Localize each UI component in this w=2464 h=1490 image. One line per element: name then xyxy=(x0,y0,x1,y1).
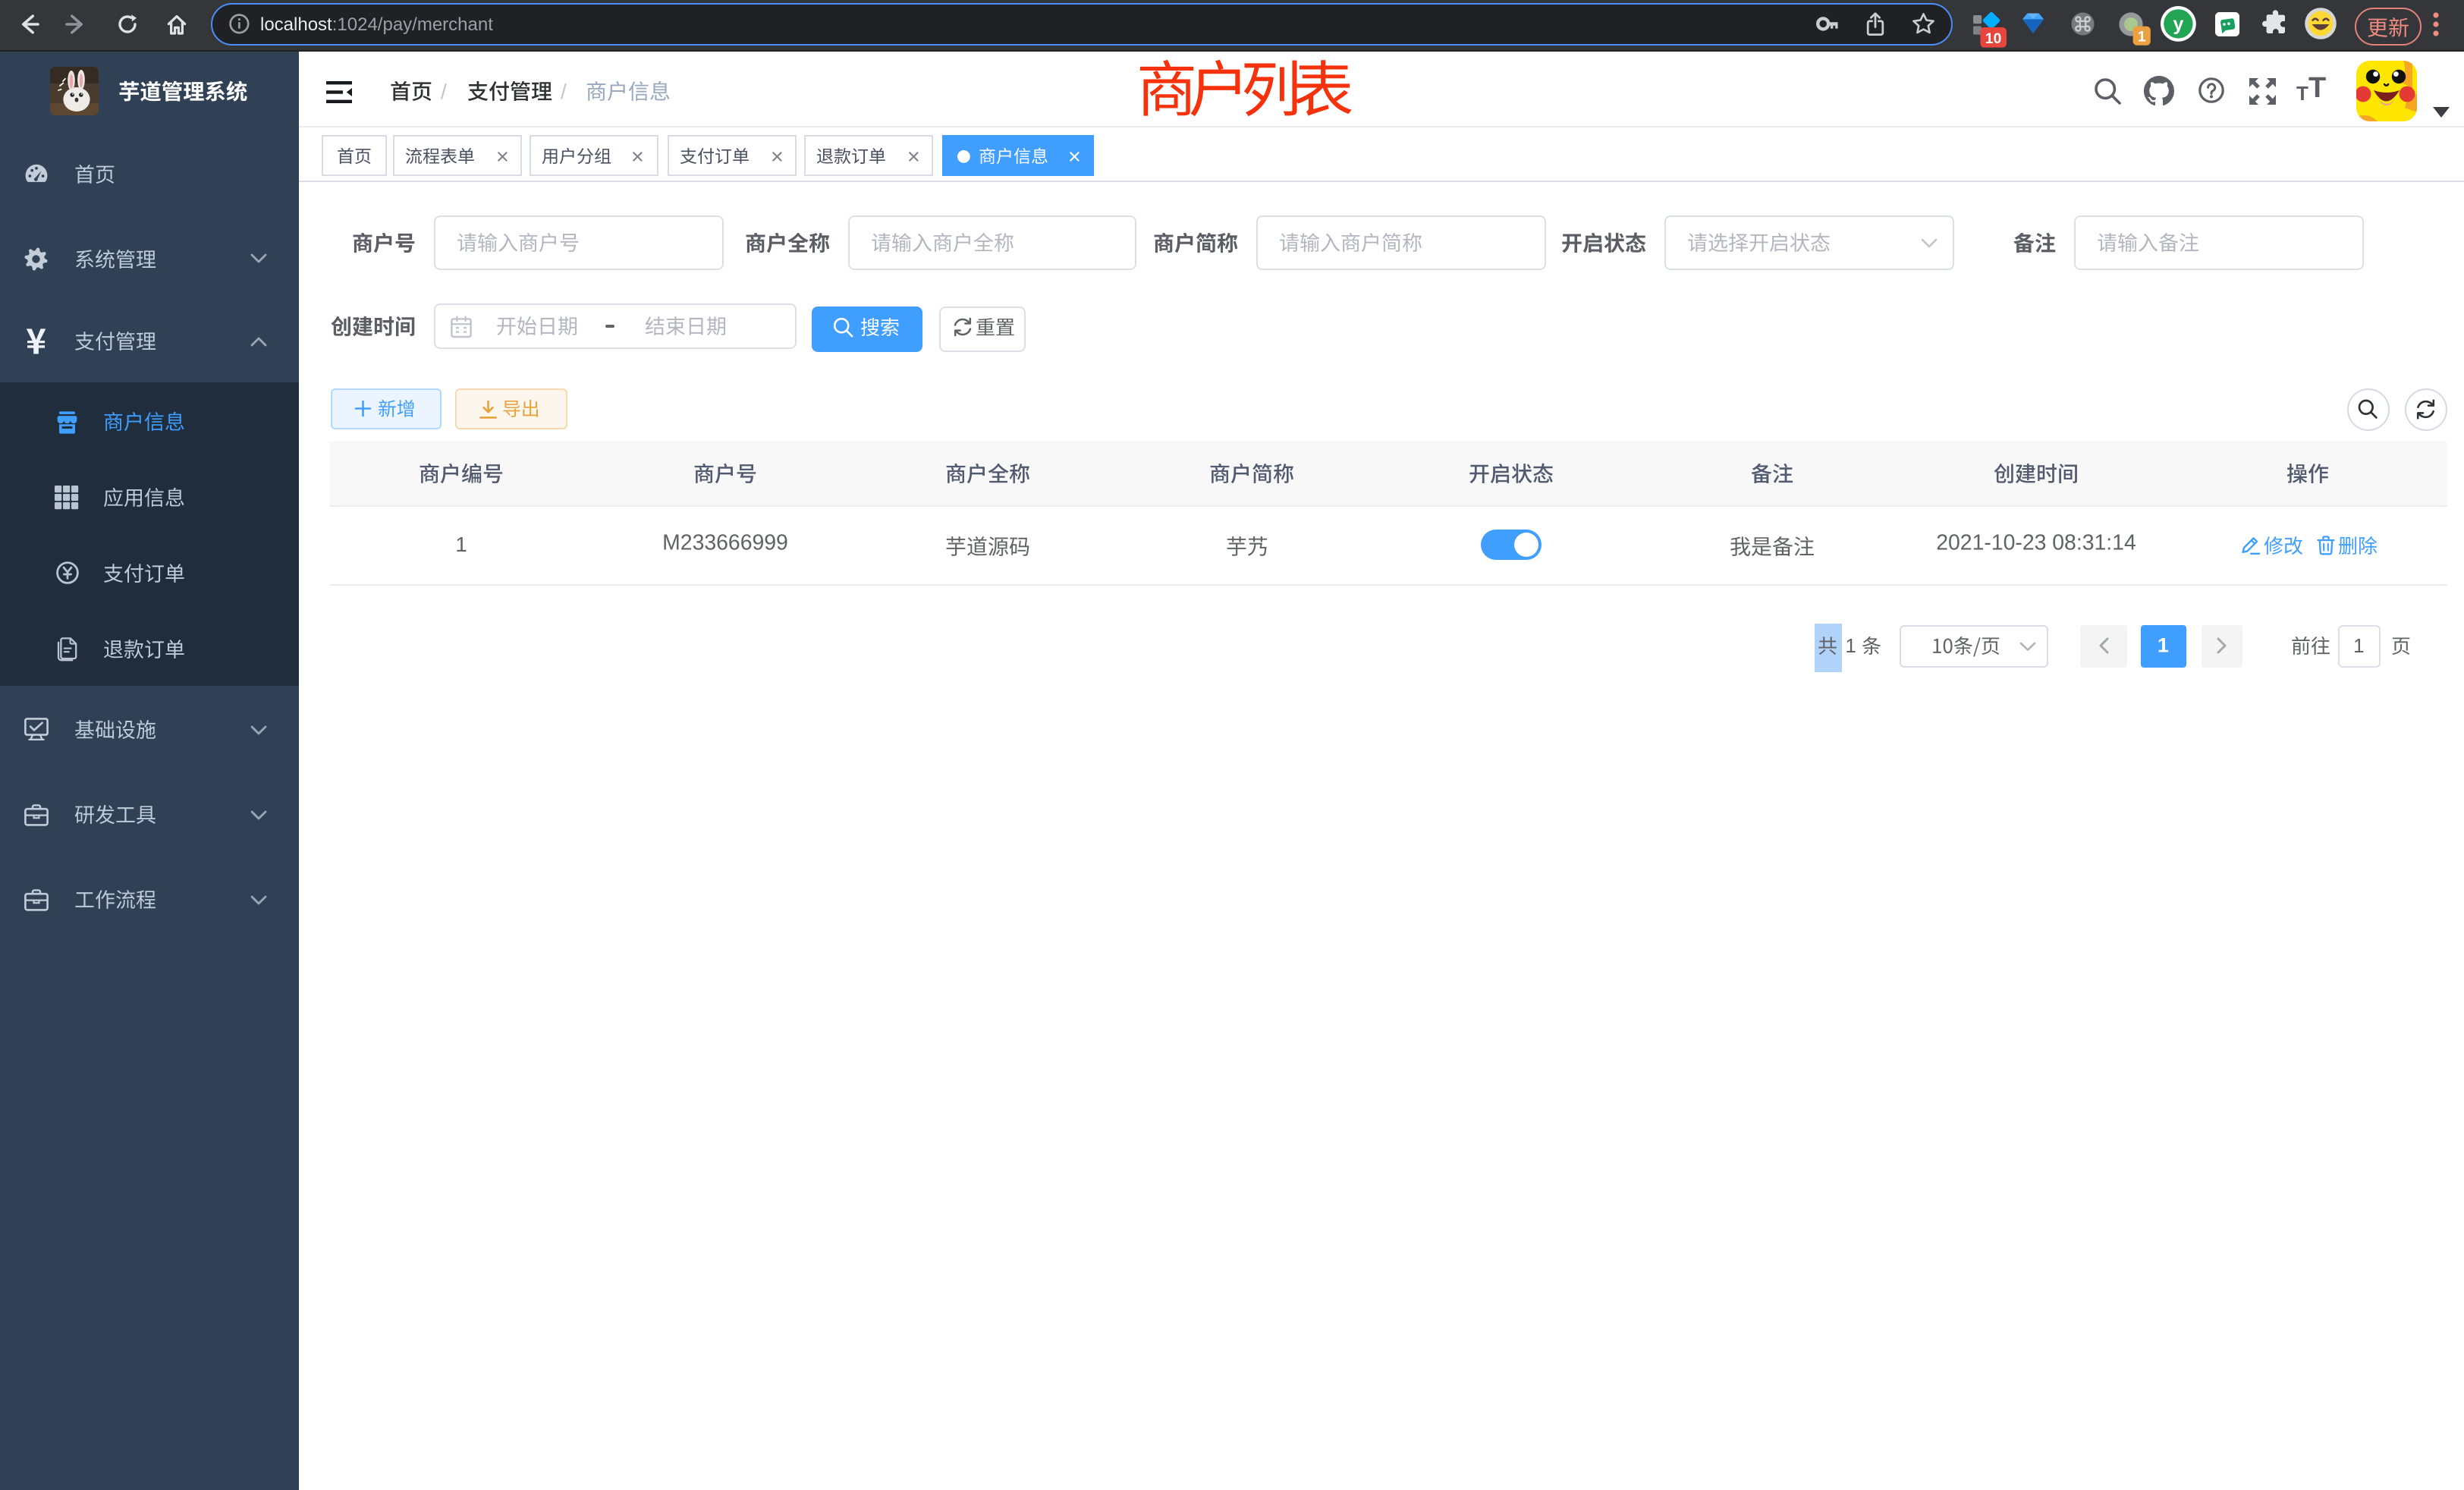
svg-text:1: 1 xyxy=(2137,28,2145,45)
svg-text:10: 10 xyxy=(1985,30,2001,46)
svg-text:y: y xyxy=(2172,14,2183,35)
